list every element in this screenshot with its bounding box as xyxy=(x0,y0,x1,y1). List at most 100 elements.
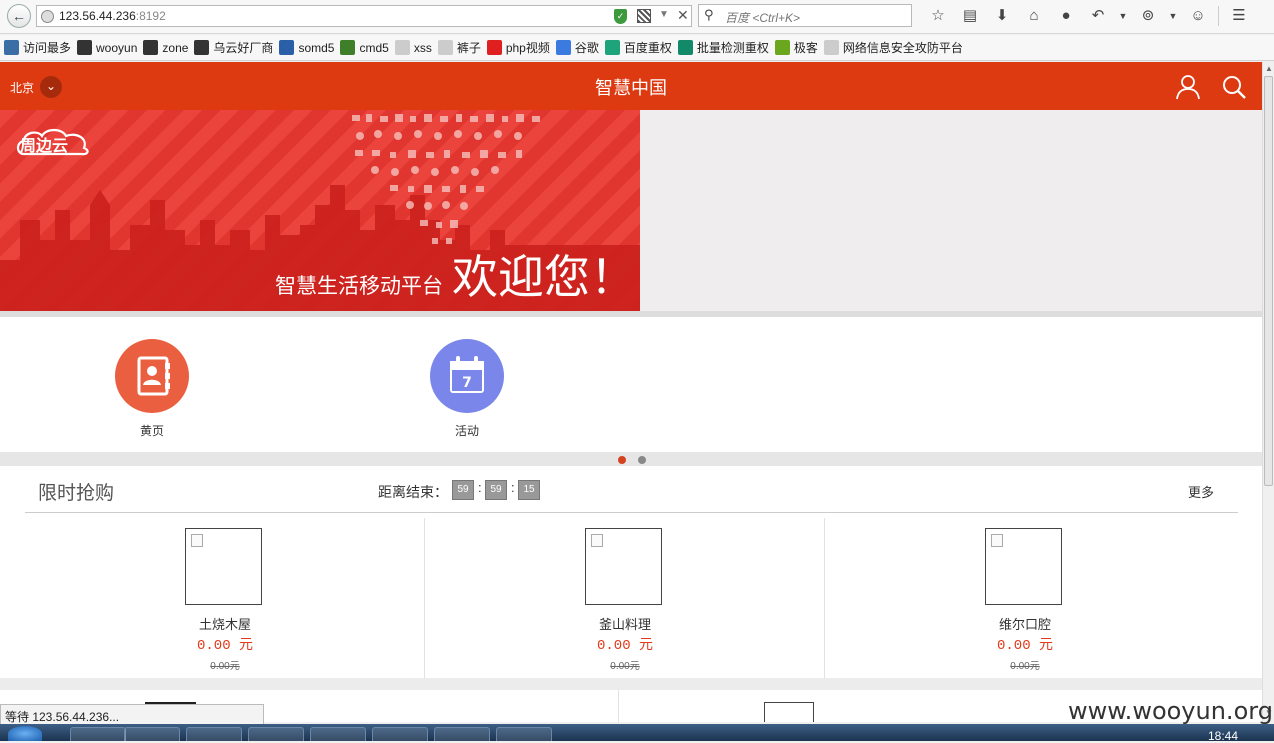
flash-sale-title: 限时抢购 xyxy=(38,483,115,504)
product-card[interactable]: 维尔口腔 0.00 元 0.00元 xyxy=(825,518,1225,678)
taskbar-app-qq[interactable] xyxy=(434,727,490,741)
bookmark-item[interactable]: 谷歌 xyxy=(555,39,599,56)
url-text[interactable]: 123.56.44.236:8192 xyxy=(59,9,166,23)
taskbar-app-firefox[interactable] xyxy=(186,727,242,741)
bookmark-item[interactable]: php视频 xyxy=(486,39,550,56)
start-button[interactable] xyxy=(8,726,42,741)
product-image[interactable] xyxy=(585,528,662,605)
address-book-icon xyxy=(137,356,170,396)
menu-icon[interactable]: ☰ xyxy=(1223,6,1255,26)
bookmark-label: 极客 xyxy=(793,41,818,55)
bookmark-item[interactable]: 乌云好厂商 xyxy=(194,39,273,56)
shield-icon[interactable]: ✓ xyxy=(614,9,627,24)
undo-icon[interactable]: ↶ xyxy=(1082,6,1114,26)
bookmark-item[interactable]: 极客 xyxy=(774,39,818,56)
bookmark-label: 谷歌 xyxy=(574,41,599,55)
bookmark-label: xss xyxy=(413,40,432,55)
scroll-up-icon[interactable]: ▲ xyxy=(1265,64,1273,73)
search-icon: ⚲ xyxy=(704,7,714,22)
taskbar-app-excel[interactable] xyxy=(372,727,428,741)
user-icon[interactable] xyxy=(1175,74,1201,100)
bookmark-item[interactable]: somd5 xyxy=(279,40,334,55)
qr-code-icon[interactable] xyxy=(637,9,651,23)
bookmark-item[interactable]: 裤子 xyxy=(437,39,481,56)
page-title: 智慧中国 xyxy=(595,78,667,98)
download-icon[interactable]: ⬇ xyxy=(986,6,1018,26)
scrollbar-thumb[interactable] xyxy=(1264,76,1273,486)
bookmark-item[interactable]: wooyun xyxy=(77,40,137,55)
bookmark-star-icon[interactable]: ☆ xyxy=(922,6,954,26)
product-card[interactable]: 土烧木屋 0.00 元 0.00元 xyxy=(25,518,425,678)
bookmark-favicon-icon xyxy=(604,40,620,55)
bookmark-item[interactable]: 网络信息安全攻防平台 xyxy=(823,39,963,56)
product-name[interactable]: 维尔口腔 xyxy=(825,614,1225,633)
reading-list-icon[interactable]: ▤ xyxy=(954,6,986,26)
watermark: www.wooyun.org xyxy=(1068,697,1273,725)
web-page: 北京 ⌄ 智慧中国 周边云 智慧生活移动平台 欢迎您！ 黄页 7 活动 限时抢购… xyxy=(0,62,1262,722)
search-box[interactable]: ⚲ 百度 <Ctrl+K> xyxy=(698,4,912,27)
bookmark-favicon-icon xyxy=(279,40,295,55)
url-bar[interactable]: 123.56.44.236:8192 ✓ ▼ ✕ xyxy=(36,5,692,27)
calendar-icon: 7 xyxy=(450,356,484,393)
divider xyxy=(0,678,1262,690)
product-name[interactable]: 釜山料理 xyxy=(425,614,825,633)
taskbar-app-ie[interactable] xyxy=(70,727,126,741)
bookmark-favicon-icon xyxy=(486,40,502,55)
yellow-pages-button[interactable] xyxy=(115,339,189,413)
bookmark-item[interactable]: zone xyxy=(143,40,188,55)
crop-icon[interactable]: ⊚ xyxy=(1132,6,1164,26)
bookmark-favicon-icon xyxy=(823,40,839,55)
more-link[interactable]: 更多 xyxy=(1188,482,1214,501)
chat-icon[interactable]: ● xyxy=(1050,6,1082,26)
product-old-price: 0.00元 xyxy=(1010,661,1040,672)
product-price: 0.00 元 xyxy=(596,638,653,654)
search-placeholder[interactable]: 百度 <Ctrl+K> xyxy=(725,9,800,26)
bookmark-label: 批量检测重权 xyxy=(696,41,769,55)
bookmark-favicon-icon xyxy=(555,40,571,55)
bookmark-favicon-icon xyxy=(677,40,693,55)
close-icon[interactable]: ✕ xyxy=(677,7,689,24)
smiley-icon[interactable]: ☺ xyxy=(1182,6,1214,26)
product-image[interactable] xyxy=(985,528,1062,605)
activity-button[interactable]: 7 xyxy=(430,339,504,413)
bookmark-item[interactable]: cmd5 xyxy=(340,40,389,55)
banner-empty-area xyxy=(640,110,1262,311)
browser-toolbar: ← 123.56.44.236:8192 ✓ ▼ ✕ ⚲ 百度 <Ctrl+K>… xyxy=(0,0,1274,34)
bookmark-item[interactable]: xss xyxy=(394,40,432,55)
carousel-dot-2[interactable] xyxy=(638,456,646,464)
taskbar-app-cmd[interactable] xyxy=(496,727,552,741)
undo-dropdown-icon[interactable]: ▼ xyxy=(1114,6,1132,26)
category-grid: 黄页 7 活动 xyxy=(0,317,1262,452)
bookmark-favicon-icon xyxy=(4,40,19,55)
dropdown-arrow-icon[interactable]: ▼ xyxy=(659,9,669,20)
taskbar-app-thunder[interactable] xyxy=(310,727,366,741)
product-image[interactable] xyxy=(185,528,262,605)
bookmark-item[interactable]: 批量检测重权 xyxy=(677,39,769,56)
bookmark-label: cmd5 xyxy=(359,40,389,55)
bookmark-favicon-icon xyxy=(774,40,790,55)
product-card[interactable]: 釜山料理 0.00 元 0.00元 xyxy=(425,518,825,678)
bookmark-item[interactable]: 访问最多 xyxy=(4,39,71,56)
yellow-pages-label[interactable]: 黄页 xyxy=(115,422,189,439)
globe-icon xyxy=(41,10,54,23)
search-icon[interactable] xyxy=(1221,74,1247,100)
url-port: :8192 xyxy=(135,9,166,23)
status-bar: 等待 123.56.44.236... xyxy=(0,704,264,726)
bookmark-item[interactable]: 百度重权 xyxy=(604,39,672,56)
scrollbar[interactable]: ▲ ▼ xyxy=(1262,62,1274,722)
bookmark-favicon-icon xyxy=(394,40,410,55)
banner-subtitle: 智慧生活移动平台 xyxy=(275,275,443,298)
banner-logo: 周边云 xyxy=(16,128,89,156)
bookmark-label: 裤子 xyxy=(456,41,481,55)
product-name[interactable]: 土烧木屋 xyxy=(25,614,425,633)
taskbar-app-notepad[interactable] xyxy=(248,727,304,741)
carousel-dot-1[interactable] xyxy=(618,456,626,464)
welcome-banner[interactable]: 周边云 智慧生活移动平台 欢迎您！ xyxy=(0,110,640,311)
activity-label[interactable]: 活动 xyxy=(430,422,504,439)
bottom-card-image[interactable] xyxy=(764,702,814,722)
crop-dropdown-icon[interactable]: ▼ xyxy=(1164,6,1182,26)
taskbar-app-explorer[interactable] xyxy=(124,727,180,741)
back-button[interactable]: ← xyxy=(7,4,31,28)
bookmarks-bar: 访问最多 wooyun zone 乌云好厂商 somd5 cmd5 xss 裤子 php视频 谷歌… xyxy=(0,35,1274,61)
home-icon[interactable]: ⌂ xyxy=(1018,6,1050,26)
